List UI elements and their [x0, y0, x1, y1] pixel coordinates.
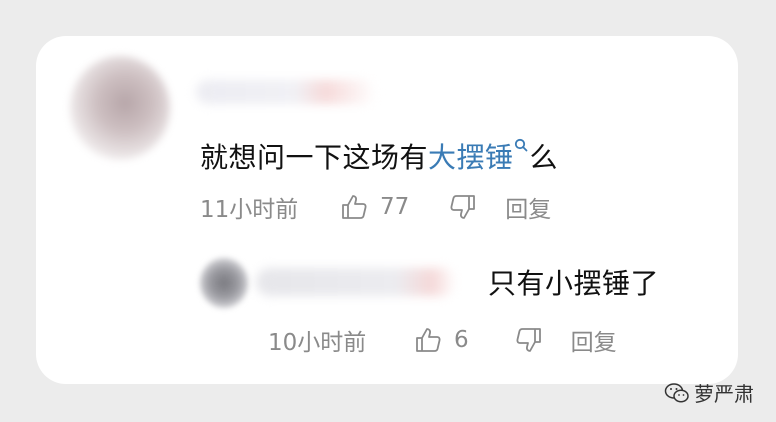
comment-time: 11小时前 — [200, 197, 299, 223]
thumbs-up-icon[interactable] — [414, 326, 442, 354]
watermark-text: 萝严肃 — [694, 382, 754, 406]
wechat-icon — [664, 382, 690, 404]
comment-text-after: 么 — [529, 141, 559, 174]
comment-link[interactable]: 大摆锤 — [428, 138, 530, 174]
comment-reply-button[interactable]: 回复 — [505, 190, 551, 224]
commenter-avatar[interactable] — [70, 56, 170, 160]
comment-meta-row: 11小时前 77 回复 — [200, 190, 551, 224]
reply-like-count: 6 — [454, 327, 469, 353]
comment-text: 就想问一下这场有大摆锤么 — [200, 136, 558, 176]
reply-name-blurred[interactable] — [256, 268, 456, 296]
watermark: 萝严肃 — [664, 378, 754, 407]
reply-meta-row: 10小时前 6 回复 — [268, 323, 617, 357]
thumbs-down-icon[interactable] — [449, 193, 477, 221]
reply-avatar[interactable] — [200, 258, 248, 308]
reply-reply-button[interactable]: 回复 — [571, 323, 617, 357]
reply-text: 只有小摆锤了 — [488, 267, 660, 300]
search-icon[interactable] — [514, 138, 528, 156]
comment-link-text[interactable]: 大摆锤 — [428, 141, 514, 174]
comment-text-before: 就想问一下这场有 — [200, 141, 429, 174]
commenter-name-blurred[interactable] — [196, 80, 376, 104]
thumbs-down-icon[interactable] — [515, 326, 543, 354]
thumbs-up-icon[interactable] — [340, 193, 368, 221]
comment-card: 就想问一下这场有大摆锤么 11小时前 77 回复 只有小摆锤了 10小时前 6 … — [36, 36, 738, 384]
comment-like-count: 77 — [380, 194, 410, 220]
reply-time: 10小时前 — [268, 330, 367, 356]
